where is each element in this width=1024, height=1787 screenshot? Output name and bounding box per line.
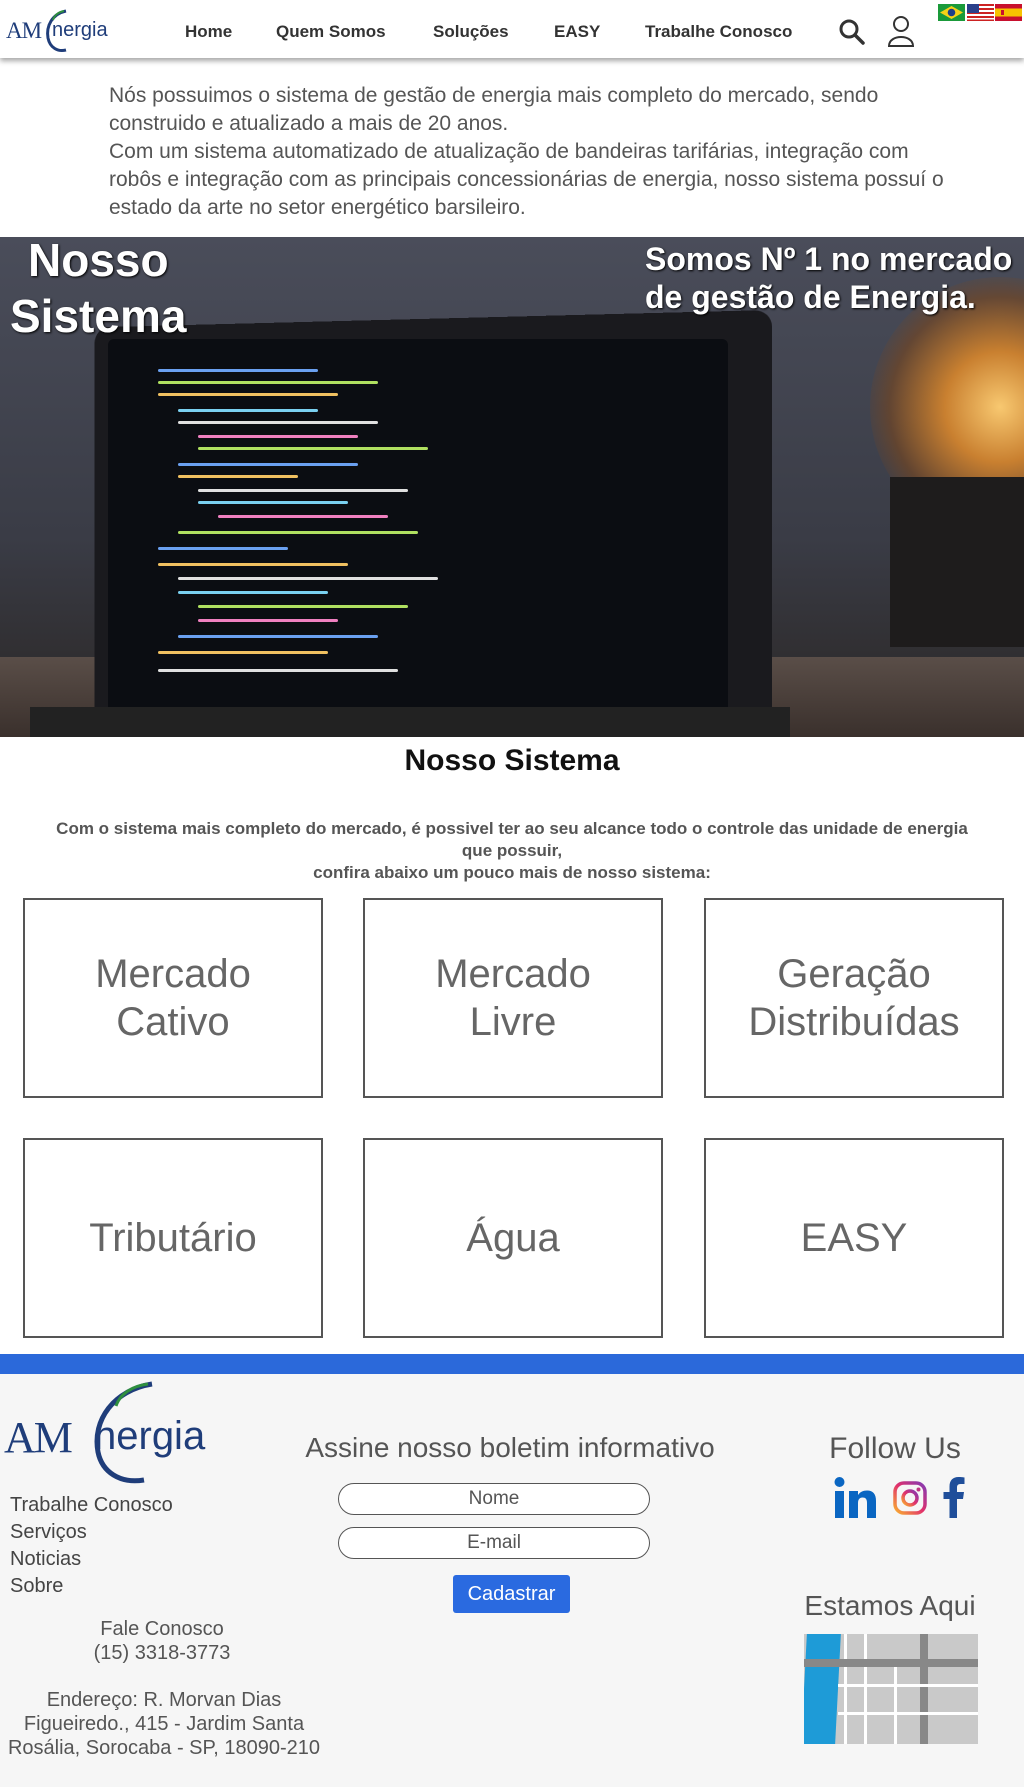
hero-subtitle-line-1: Somos Nº 1 no mercado [645,241,1013,277]
card-label-line-2: Distribuídas [748,1000,960,1044]
hero-title-line-2: Sistema [10,290,187,342]
section-desc-line-1: Com o sistema mais completo do mercado, … [56,819,968,838]
newsletter-submit-button[interactable]: Cadastrar [453,1575,570,1613]
intro-paragraph-1: Nós possuimos o sistema de gestão de ene… [109,84,879,135]
card-label-line-2: Livre [469,1000,557,1044]
logo[interactable]: AM nergia [6,6,131,52]
card-label-line-2: Cativo [116,1000,230,1044]
card-tributario[interactable]: Tributário [23,1138,323,1338]
address-line-2: Figueiredo., 415 - Jardim Santa [23,1713,305,1735]
search-icon[interactable] [838,18,866,46]
nav-quem-somos[interactable]: Quem Somos [276,22,386,42]
card-label-line-1: Geração [777,952,931,996]
instagram-icon[interactable] [892,1480,928,1516]
facebook-icon[interactable] [942,1476,966,1518]
flag-spain-icon[interactable] [995,4,1022,21]
contact-title: Fale Conosco [100,1618,224,1640]
card-label: Água [466,1216,560,1260]
laptop-screen [108,339,728,737]
nav-solucoes[interactable]: Soluções [433,22,509,42]
card-geracao-distribuidas[interactable]: Geração Distribuídas [704,898,1004,1098]
footer-divider-bar [0,1354,1024,1374]
footer-link-servicos[interactable]: Serviços [10,1521,87,1544]
flag-usa-icon[interactable] [967,4,994,21]
user-icon[interactable] [886,14,916,48]
nav-trabalhe-conosco[interactable]: Trabalhe Conosco [645,22,792,42]
logo-am-text: AM [4,1413,73,1462]
section-desc-line-3: confira abaixo um pouco mais de nosso si… [313,863,711,882]
hero-subtitle-line-2: de gestão de Energia. [645,279,976,315]
card-label-line-1: Mercado [95,952,251,996]
intro-text: Nós possuimos o sistema de gestão de ene… [109,82,949,222]
newsletter-email-input[interactable] [338,1527,650,1559]
card-agua[interactable]: Água [363,1138,663,1338]
logo-energia-text: nergia [94,1414,206,1458]
footer-link-trabalhe-conosco[interactable]: Trabalhe Conosco [10,1494,173,1517]
linkedin-icon[interactable] [833,1476,877,1520]
address-line-3: Rosália, Sorocaba - SP, 18090-210 [7,1737,321,1759]
card-easy[interactable]: EASY [704,1138,1004,1338]
card-mercado-livre[interactable]: Mercado Livre [363,898,663,1098]
section-desc-line-2: que possuir, [461,841,563,860]
footer-logo[interactable]: AM nergia [4,1380,234,1490]
card-label: EASY [800,1216,908,1260]
flag-brazil-icon[interactable] [938,4,965,21]
address-line-1: Endereço: R. Morvan Dias [46,1689,282,1711]
contact-block: Fale Conosco (15) 3318-3773 [62,1617,262,1665]
contact-phone: (15) 3318-3773 [93,1642,231,1664]
top-navbar: AM nergia Home Quem Somos Soluções EASY … [0,0,1024,58]
intro-paragraph-2: Com um sistema automatizado de atualizaç… [109,140,944,219]
card-label-line-1: Mercado [435,952,591,996]
section-description: Com o sistema mais completo do mercado, … [0,818,1024,884]
follow-us-title: Follow Us [829,1432,961,1465]
footer-link-sobre[interactable]: Sobre [10,1575,63,1598]
logo-am-text: AM [6,18,42,43]
laptop-base [30,707,790,737]
footer-link-noticias[interactable]: Noticias [10,1548,81,1571]
card-mercado-cativo[interactable]: Mercado Cativo [23,898,323,1098]
hero-subtitle: Somos Nº 1 no mercado de gestão de Energ… [645,240,1012,316]
section-title: Nosso Sistema [404,744,620,777]
hero-title-line-1: Nosso [28,234,169,286]
address-block: Endereço: R. Morvan Dias Figueiredo., 41… [6,1688,322,1760]
newsletter-name-input[interactable] [338,1483,650,1515]
card-label: Tributário [89,1216,257,1260]
nav-easy[interactable]: EASY [554,22,600,42]
lamp-base [890,477,1024,647]
nav-home[interactable]: Home [185,22,232,42]
location-map[interactable] [804,1634,978,1744]
hero-title: Nosso Sistema [10,232,186,344]
newsletter-title: Assine nosso boletim informativo [305,1432,715,1463]
location-title: Estamos Aqui [804,1590,976,1621]
logo-energia-text: nergia [52,19,108,41]
